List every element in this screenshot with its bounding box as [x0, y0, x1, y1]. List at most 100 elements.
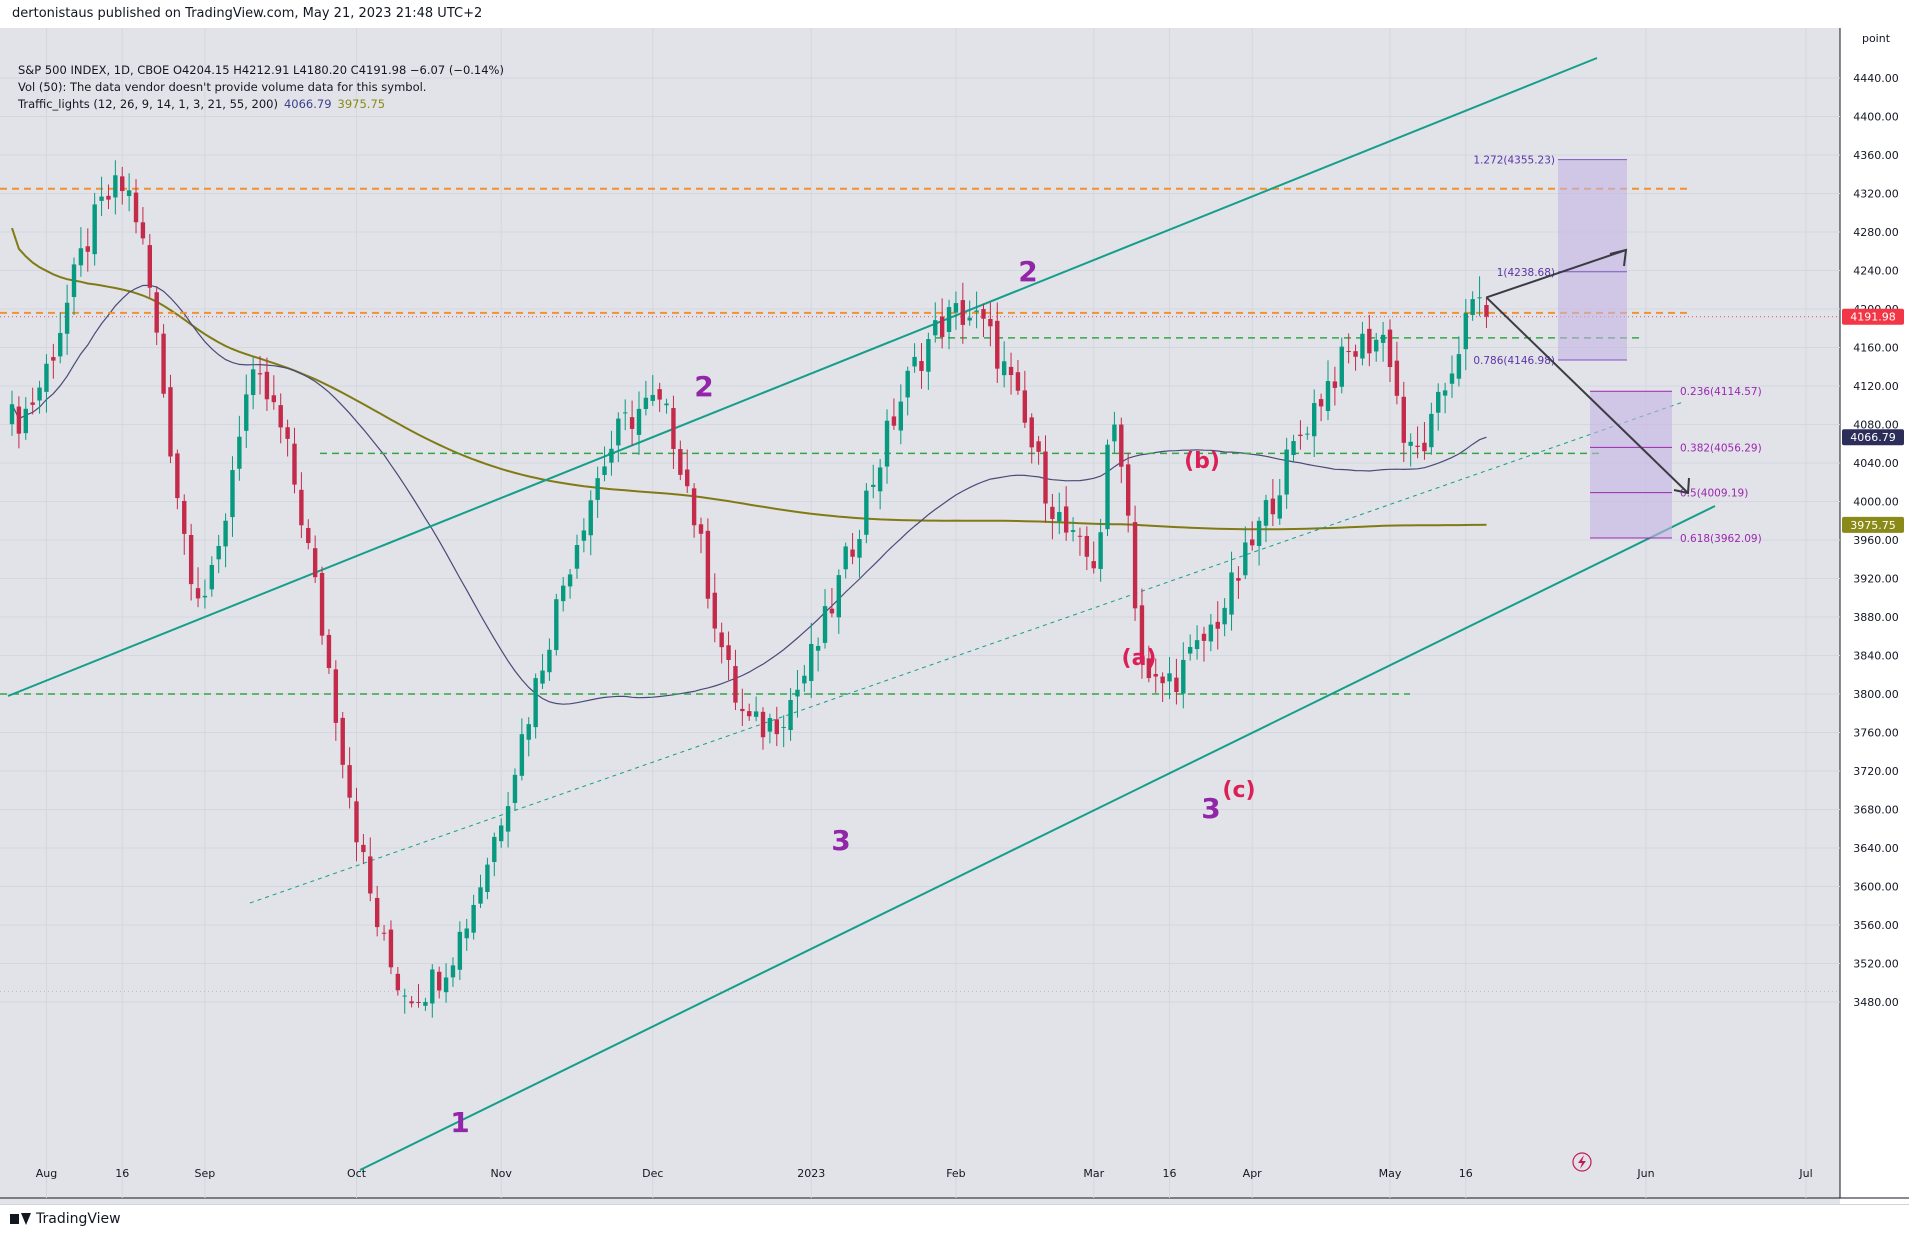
candle-body[interactable] — [540, 670, 545, 684]
candle-body[interactable] — [609, 448, 614, 463]
candle-body[interactable] — [485, 864, 490, 893]
candle-body[interactable] — [815, 645, 821, 651]
candle-body[interactable] — [188, 535, 194, 585]
candle-body[interactable] — [416, 1001, 421, 1003]
candle-body[interactable] — [1187, 646, 1193, 654]
candle-body[interactable] — [168, 387, 173, 457]
candle-body[interactable] — [691, 488, 697, 526]
candle-body[interactable] — [44, 363, 49, 392]
candle-body[interactable] — [1312, 403, 1317, 437]
candle-body[interactable] — [58, 332, 63, 357]
candle-body[interactable] — [1456, 354, 1462, 379]
candle-body[interactable] — [1181, 659, 1186, 694]
candle-body[interactable] — [202, 595, 208, 598]
candle-body[interactable] — [161, 333, 166, 394]
candle-body[interactable] — [760, 711, 766, 738]
candle-body[interactable] — [526, 724, 531, 740]
candle-body[interactable] — [457, 931, 463, 970]
candle-body[interactable] — [939, 316, 945, 337]
candle-body[interactable] — [988, 318, 993, 327]
candle-body[interactable] — [223, 520, 228, 547]
candle-body[interactable] — [182, 500, 187, 534]
candle-body[interactable] — [16, 406, 22, 434]
candle-body[interactable] — [788, 699, 793, 731]
candle-body[interactable] — [1442, 390, 1448, 396]
candle-body[interactable] — [23, 408, 28, 434]
candle-body[interactable] — [250, 369, 256, 396]
candle-body[interactable] — [1029, 417, 1034, 448]
candle-body[interactable] — [1256, 520, 1262, 546]
candle-body[interactable] — [409, 1001, 414, 1004]
candle-body[interactable] — [51, 357, 56, 361]
candle-body[interactable] — [974, 310, 979, 312]
candle-body[interactable] — [1001, 361, 1007, 376]
candle-body[interactable] — [1236, 578, 1241, 581]
candle-body[interactable] — [319, 572, 325, 636]
candle-body[interactable] — [1160, 676, 1165, 684]
candle-body[interactable] — [519, 734, 525, 776]
candle-body[interactable] — [1298, 434, 1303, 437]
candle-body[interactable] — [1194, 640, 1200, 650]
candle-body[interactable] — [1153, 674, 1158, 677]
candle-body[interactable] — [512, 774, 518, 803]
candle-body[interactable] — [361, 844, 366, 853]
candle-body[interactable] — [492, 836, 497, 863]
candle-body[interactable] — [533, 678, 538, 728]
candle-body[interactable] — [643, 397, 649, 410]
candle-body[interactable] — [1270, 498, 1276, 515]
candle-body[interactable] — [843, 546, 848, 570]
candle-body[interactable] — [657, 389, 662, 400]
candle-body[interactable] — [257, 373, 263, 375]
candle-body[interactable] — [388, 929, 394, 968]
candle-body[interactable] — [478, 887, 483, 904]
candle-body[interactable] — [1022, 390, 1028, 423]
candle-body[interactable] — [781, 726, 786, 728]
candle-body[interactable] — [960, 300, 966, 325]
candle-body[interactable] — [1215, 621, 1220, 629]
candle-body[interactable] — [678, 449, 683, 475]
candle-body[interactable] — [140, 222, 146, 239]
candle-body[interactable] — [1105, 444, 1110, 530]
candle-body[interactable] — [650, 394, 655, 401]
candle-body[interactable] — [554, 599, 559, 650]
candle-body[interactable] — [147, 245, 152, 288]
candle-body[interactable] — [1284, 449, 1289, 495]
candle-body[interactable] — [292, 443, 297, 485]
candle-body[interactable] — [747, 711, 752, 717]
candle-body[interactable] — [740, 708, 745, 712]
candle-body[interactable] — [1470, 299, 1475, 315]
candle-body[interactable] — [99, 196, 104, 201]
candle-body[interactable] — [1008, 366, 1014, 376]
candle-body[interactable] — [1125, 464, 1131, 516]
candle-body[interactable] — [1415, 445, 1420, 447]
candle-body[interactable] — [175, 453, 180, 499]
candle-body[interactable] — [685, 469, 690, 487]
candle-body[interactable] — [616, 418, 621, 446]
candle-body[interactable] — [106, 195, 111, 200]
candle-body[interactable] — [209, 564, 215, 590]
candle-body[interactable] — [1332, 381, 1338, 388]
candle-body[interactable] — [919, 361, 924, 371]
candle-body[interactable] — [1057, 511, 1062, 522]
candle-body[interactable] — [1091, 561, 1096, 569]
candle-body[interactable] — [1084, 535, 1090, 557]
candle-body[interactable] — [71, 264, 77, 297]
candle-body[interactable] — [1387, 329, 1393, 368]
candle-body[interactable] — [312, 548, 318, 578]
candle-body[interactable] — [1436, 391, 1441, 413]
candle-body[interactable] — [705, 530, 711, 599]
candle-body[interactable] — [1484, 305, 1489, 317]
candle-body[interactable] — [402, 995, 407, 997]
candle-body[interactable] — [430, 969, 435, 1004]
candle-body[interactable] — [154, 292, 159, 333]
candle-body[interactable] — [195, 588, 201, 599]
candle-body[interactable] — [1201, 633, 1207, 641]
candle-body[interactable] — [230, 470, 235, 518]
candle-body[interactable] — [995, 320, 1000, 369]
candle-body[interactable] — [37, 387, 42, 401]
candle-body[interactable] — [354, 801, 359, 843]
candle-body[interactable] — [871, 484, 876, 487]
candle-body[interactable] — [498, 825, 504, 842]
candle-body[interactable] — [423, 1001, 428, 1006]
candle-body[interactable] — [464, 928, 469, 939]
